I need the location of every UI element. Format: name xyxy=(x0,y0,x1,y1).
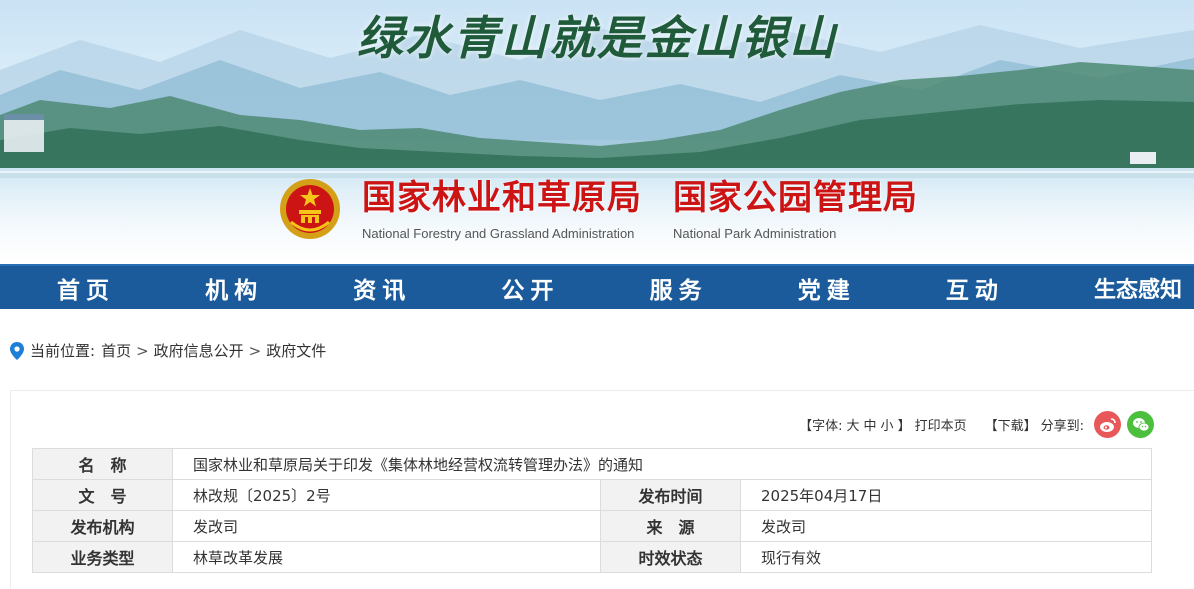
breadcrumb-link-disclosure[interactable]: 政府信息公开 xyxy=(154,340,244,361)
font-size-large-button[interactable]: 大 xyxy=(847,415,860,434)
nav-item-services[interactable]: 服务 xyxy=(650,271,708,305)
name-label: 名 称 xyxy=(32,448,173,480)
wechat-icon[interactable] xyxy=(1127,411,1154,438)
document-meta-table: 名 称 国家林业和草原局关于印发《集体林地经营权流转管理办法》的通知 文 号 林… xyxy=(32,448,1152,573)
business-type-value: 林草改革发展 xyxy=(172,541,601,573)
breadcrumb-prefix: 当前位置: xyxy=(30,342,96,360)
validity-status-label: 时效状态 xyxy=(600,541,741,573)
share-label: 分享到: xyxy=(1040,419,1084,434)
banner-slogan: 绿水青山就是金山银山 xyxy=(357,11,837,65)
nav-item-party[interactable]: 党建 xyxy=(798,271,856,305)
nav-item-news[interactable]: 资讯 xyxy=(353,271,411,305)
article-toolbar: 【字体: 大 中 小 】 打印本页 【下载】 分享到: xyxy=(795,411,1154,438)
org-name-cn-park: 国家公园管理局 xyxy=(673,178,918,218)
document-info-panel: 【字体: 大 中 小 】 打印本页 【下载】 分享到: 名 称 国家林业和草原局… xyxy=(10,390,1194,589)
font-size-small-button[interactable]: 小 xyxy=(881,415,894,434)
business-type-label: 业务类型 xyxy=(32,541,173,573)
table-row: 名 称 国家林业和草原局关于印发《集体林地经营权流转管理办法》的通知 xyxy=(32,448,1152,480)
doc-number-value: 林改规〔2025〕2号 xyxy=(172,479,601,511)
main-nav: 首页 机构 资讯 公开 服务 党建 互动 生态感知 xyxy=(0,264,1194,309)
nav-item-interaction[interactable]: 互动 xyxy=(946,271,1004,305)
source-label: 来 源 xyxy=(600,510,741,542)
breadcrumb-link-home[interactable]: 首页 xyxy=(101,340,131,361)
breadcrumb: 当前位置: 首页 > 政府信息公开 > 政府文件 xyxy=(10,340,326,361)
breadcrumb-separator: > xyxy=(248,341,262,360)
org-title-park: 国家公园管理局 National Park Administration xyxy=(673,176,918,241)
validity-status-value: 现行有效 xyxy=(740,541,1152,573)
print-button[interactable]: 打印本页 xyxy=(915,415,967,434)
national-emblem-icon xyxy=(280,179,340,239)
org-name-en-park: National Park Administration xyxy=(673,226,837,241)
download-button[interactable]: 【下载】 xyxy=(985,415,1037,434)
nav-item-eco-perception[interactable]: 生态感知 xyxy=(1094,272,1182,304)
table-row: 业务类型 林草改革发展 时效状态 现行有效 xyxy=(32,541,1152,573)
publish-time-value: 2025年04月17日 xyxy=(740,479,1152,511)
doc-number-label: 文 号 xyxy=(32,479,173,511)
issuer-value: 发改司 xyxy=(172,510,601,542)
weibo-icon[interactable] xyxy=(1094,411,1121,438)
org-name-en-forestry: National Forestry and Grassland Administ… xyxy=(362,226,635,241)
nav-item-organization[interactable]: 机构 xyxy=(205,271,263,305)
header-banner: 绿水青山就是金山银山 国家林业和草原局 National Forestry an… xyxy=(0,0,1194,264)
source-value: 发改司 xyxy=(740,510,1152,542)
nav-item-disclosure[interactable]: 公开 xyxy=(501,271,559,305)
breadcrumb-link-documents[interactable]: 政府文件 xyxy=(266,340,326,361)
issuer-label: 发布机构 xyxy=(32,510,173,542)
font-size-label: 【字体: xyxy=(799,419,843,434)
table-row: 发布机构 发改司 来 源 发改司 xyxy=(32,510,1152,542)
publish-time-label: 发布时间 xyxy=(600,479,741,511)
breadcrumb-separator: > xyxy=(136,341,149,360)
table-row: 文 号 林改规〔2025〕2号 发布时间 2025年04月17日 xyxy=(32,479,1152,511)
org-title-forestry: 国家林业和草原局 National Forestry and Grassland… xyxy=(362,176,642,241)
font-size-medium-button[interactable]: 中 xyxy=(864,415,877,434)
nav-item-home[interactable]: 首页 xyxy=(57,271,115,305)
org-name-cn-forestry: 国家林业和草原局 xyxy=(362,178,642,218)
document-title: 国家林业和草原局关于印发《集体林地经营权流转管理办法》的通知 xyxy=(172,448,1152,480)
location-pin-icon xyxy=(10,341,24,360)
font-size-close: 】 xyxy=(897,419,911,434)
